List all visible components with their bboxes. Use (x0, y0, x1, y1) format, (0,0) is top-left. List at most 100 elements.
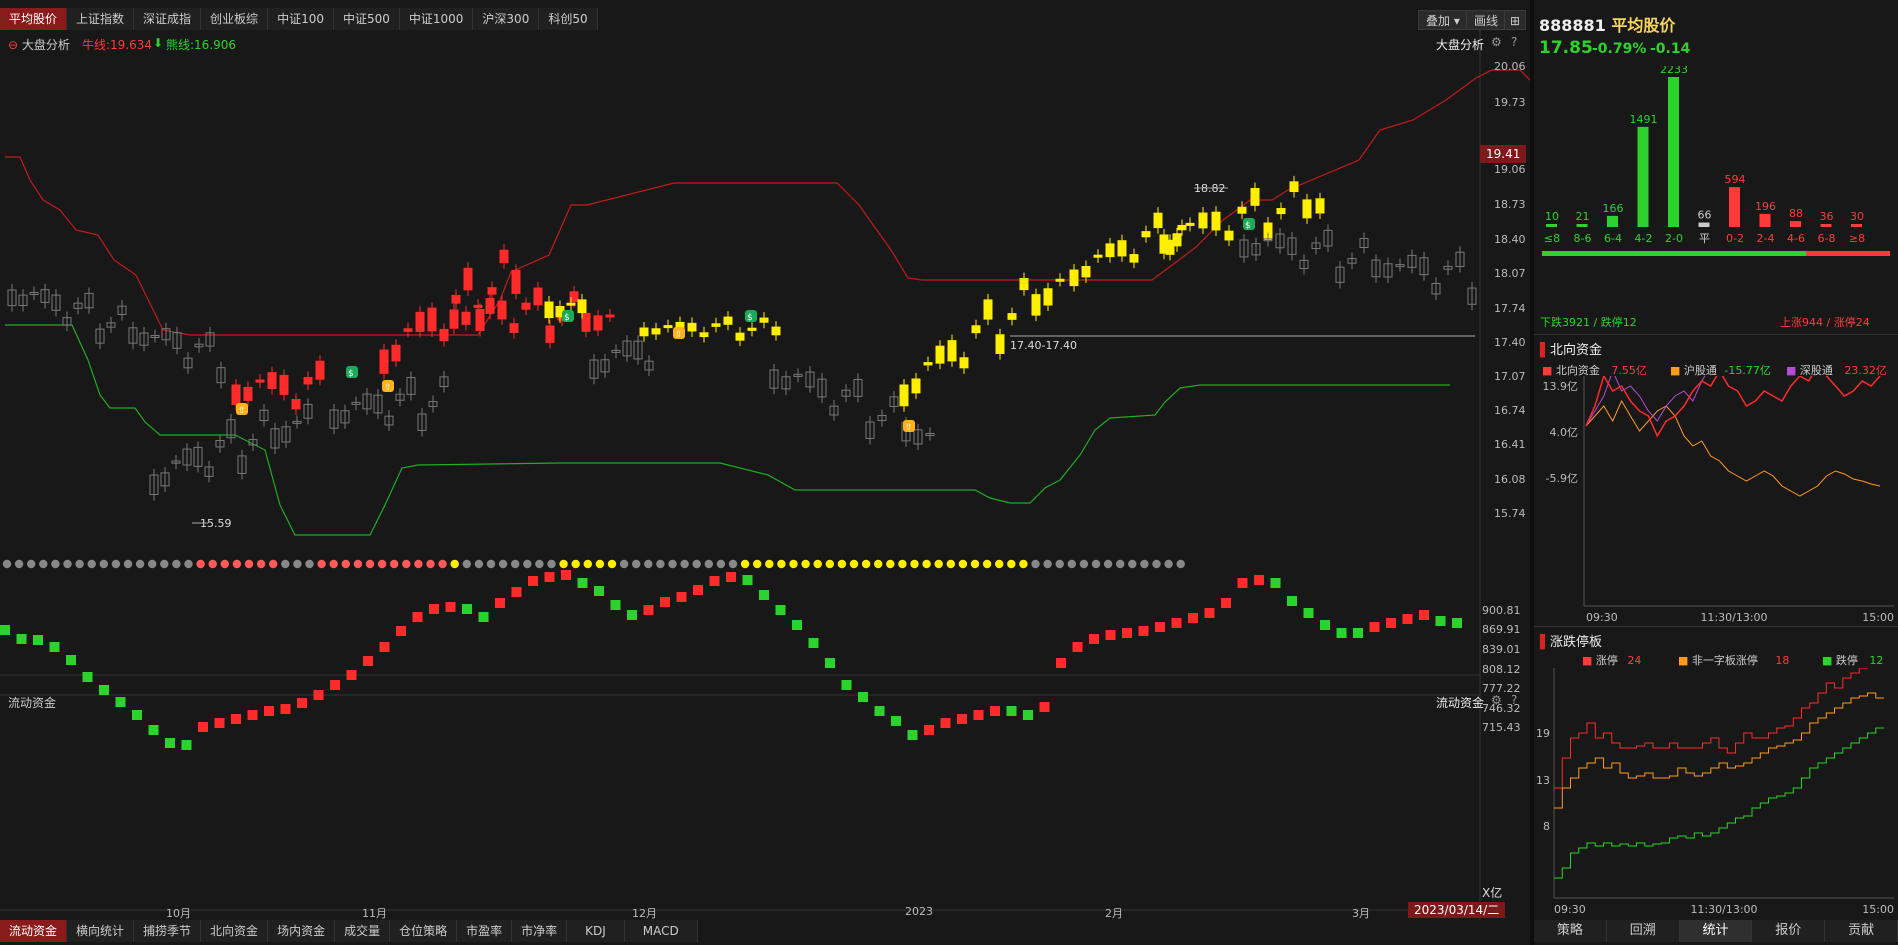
level-label: 17.40-17.40 (1010, 339, 1077, 352)
tab-csi500[interactable]: 中证500 (333, 8, 400, 30)
candle-body (1177, 224, 1187, 231)
candle-body (911, 378, 921, 394)
liquidity-step (16, 634, 27, 644)
help-icon[interactable]: ? (1511, 35, 1517, 49)
candle-body (747, 327, 757, 331)
candle-body (651, 328, 661, 335)
signal-dot (958, 559, 968, 569)
distribution-bar (1668, 77, 1679, 227)
candle-body (947, 340, 957, 362)
liquidity-step (792, 620, 802, 630)
tab-north-fund[interactable]: 北向资金 (201, 920, 269, 942)
tab-horizontal-stats[interactable]: 横向统计 (67, 920, 135, 942)
liquidity-step (891, 716, 901, 726)
draw-line-button[interactable]: 画线 (1466, 10, 1507, 30)
limit-legend-nonone: ■ 非一字板涨停 18 (1678, 654, 1790, 667)
signal-dot (777, 559, 786, 569)
tab-pe[interactable]: 市盈率 (457, 920, 513, 942)
tab-season[interactable]: 捕捞季节 (134, 920, 202, 942)
candle-body (605, 314, 615, 318)
distribution-category: 2-4 (1757, 232, 1775, 245)
tab-sz-index[interactable]: 深证成指 (134, 8, 202, 30)
overlay-button[interactable]: 叠加 ▾ (1418, 10, 1468, 30)
signal-dot (1031, 559, 1040, 569)
signal-dot (220, 559, 229, 569)
tab-sh-index[interactable]: 上证指数 (67, 8, 135, 30)
tab-strategy[interactable]: 策略 (1534, 920, 1607, 942)
tab-statistics[interactable]: 统计 (1679, 920, 1753, 942)
signal-dot (789, 559, 798, 569)
signal-dot (1176, 559, 1185, 569)
tab-gem[interactable]: 创业板综 (201, 8, 269, 30)
liquidity-step (561, 570, 571, 580)
candle-body (1224, 230, 1234, 241)
distribution-value: 196 (1755, 200, 1776, 213)
sub-y-tick-label: 715.43 (1482, 721, 1521, 734)
liquidity-step (1138, 626, 1149, 636)
candle-body (581, 312, 591, 332)
candle-body (497, 300, 507, 320)
sub-y-tick-label: 746.32 (1482, 702, 1521, 715)
limit-y-tick: 8 (1543, 820, 1550, 833)
tab-csi100[interactable]: 中证100 (268, 8, 334, 30)
signal-dot (232, 559, 242, 569)
x-tick-label: 12月 (632, 907, 657, 920)
distribution-category: 0-2 (1726, 232, 1744, 245)
settings-gear-icon[interactable]: ⚙ (1491, 35, 1502, 49)
tab-contribution[interactable]: 贡献 (1825, 920, 1898, 942)
tab-kdj[interactable]: KDJ (567, 920, 625, 942)
signal-dot (547, 559, 556, 569)
main-chart[interactable]: 17.40-17.4018.8215.59⇧⇧⇧⇧$$ $$ (0, 30, 1530, 920)
legend-value: 24 (1627, 654, 1642, 667)
signal-dot (87, 559, 96, 569)
north-fund-title: ▌北向资金 (1540, 339, 1602, 358)
liquidity-step (709, 576, 720, 586)
y-tick-label: 17.40 (1494, 336, 1526, 349)
x-tick-label: 11月 (362, 907, 387, 920)
tab-volume[interactable]: 成交量 (335, 920, 391, 942)
candle-body (439, 328, 449, 342)
candle-body (511, 269, 521, 294)
tab-liquidity[interactable]: 流动资金 (0, 920, 68, 942)
signal-dot (329, 559, 338, 569)
tab-macd[interactable]: MACD (624, 920, 698, 942)
signal-dot (402, 559, 411, 569)
limit-down-line (1554, 727, 1884, 879)
signal-icon-text: ⇧ (384, 383, 392, 393)
tab-position[interactable]: 仓位策略 (390, 920, 458, 942)
tab-csi1000[interactable]: 中证1000 (399, 8, 474, 30)
signal-dot (982, 559, 992, 569)
right-panel-tabs: 策略 回溯 统计 报价 贡献 (1534, 920, 1898, 942)
tab-pb[interactable]: 市净率 (512, 920, 568, 942)
signal-dot (1055, 559, 1064, 569)
tab-backtrack[interactable]: 回溯 (1606, 920, 1680, 942)
signal-dot (849, 559, 859, 569)
indicator-selector[interactable]: ⊖ 大盘分析 (8, 36, 70, 53)
title-mark-icon: ▌ (1540, 635, 1550, 650)
candle-body (1315, 198, 1325, 214)
tab-avg-price[interactable]: 平均股价 (0, 8, 68, 30)
tab-onfloor-fund[interactable]: 场内资金 (268, 920, 336, 942)
tab-quote[interactable]: 报价 (1752, 920, 1826, 942)
signal-dot (51, 559, 60, 569)
signal-icon-text: $ (564, 313, 570, 323)
candle-body (475, 308, 485, 332)
down-arrow-icon: ⬇ (153, 36, 164, 50)
signal-dot (970, 559, 980, 569)
tab-hs300[interactable]: 沪深300 (473, 8, 540, 30)
candle-body (935, 345, 945, 364)
stock-change-pct: -0.79% (1592, 41, 1647, 57)
signal-dot (801, 559, 810, 569)
tab-star50[interactable]: 科创50 (539, 8, 598, 30)
north-sh-line (1585, 399, 1881, 497)
candle-body (759, 317, 769, 323)
liquidity-step (1056, 658, 1066, 668)
candle-body (1105, 243, 1115, 258)
layout-grid-icon[interactable]: ⊞ (1504, 10, 1527, 30)
limit-x-tick: 09:30 (1554, 903, 1586, 916)
signal-dot (474, 559, 484, 569)
north-y-tick: 4.0亿 (1550, 426, 1579, 439)
candle-body (899, 384, 909, 407)
liquidity-step (577, 578, 588, 588)
liquidity-step (759, 590, 769, 600)
